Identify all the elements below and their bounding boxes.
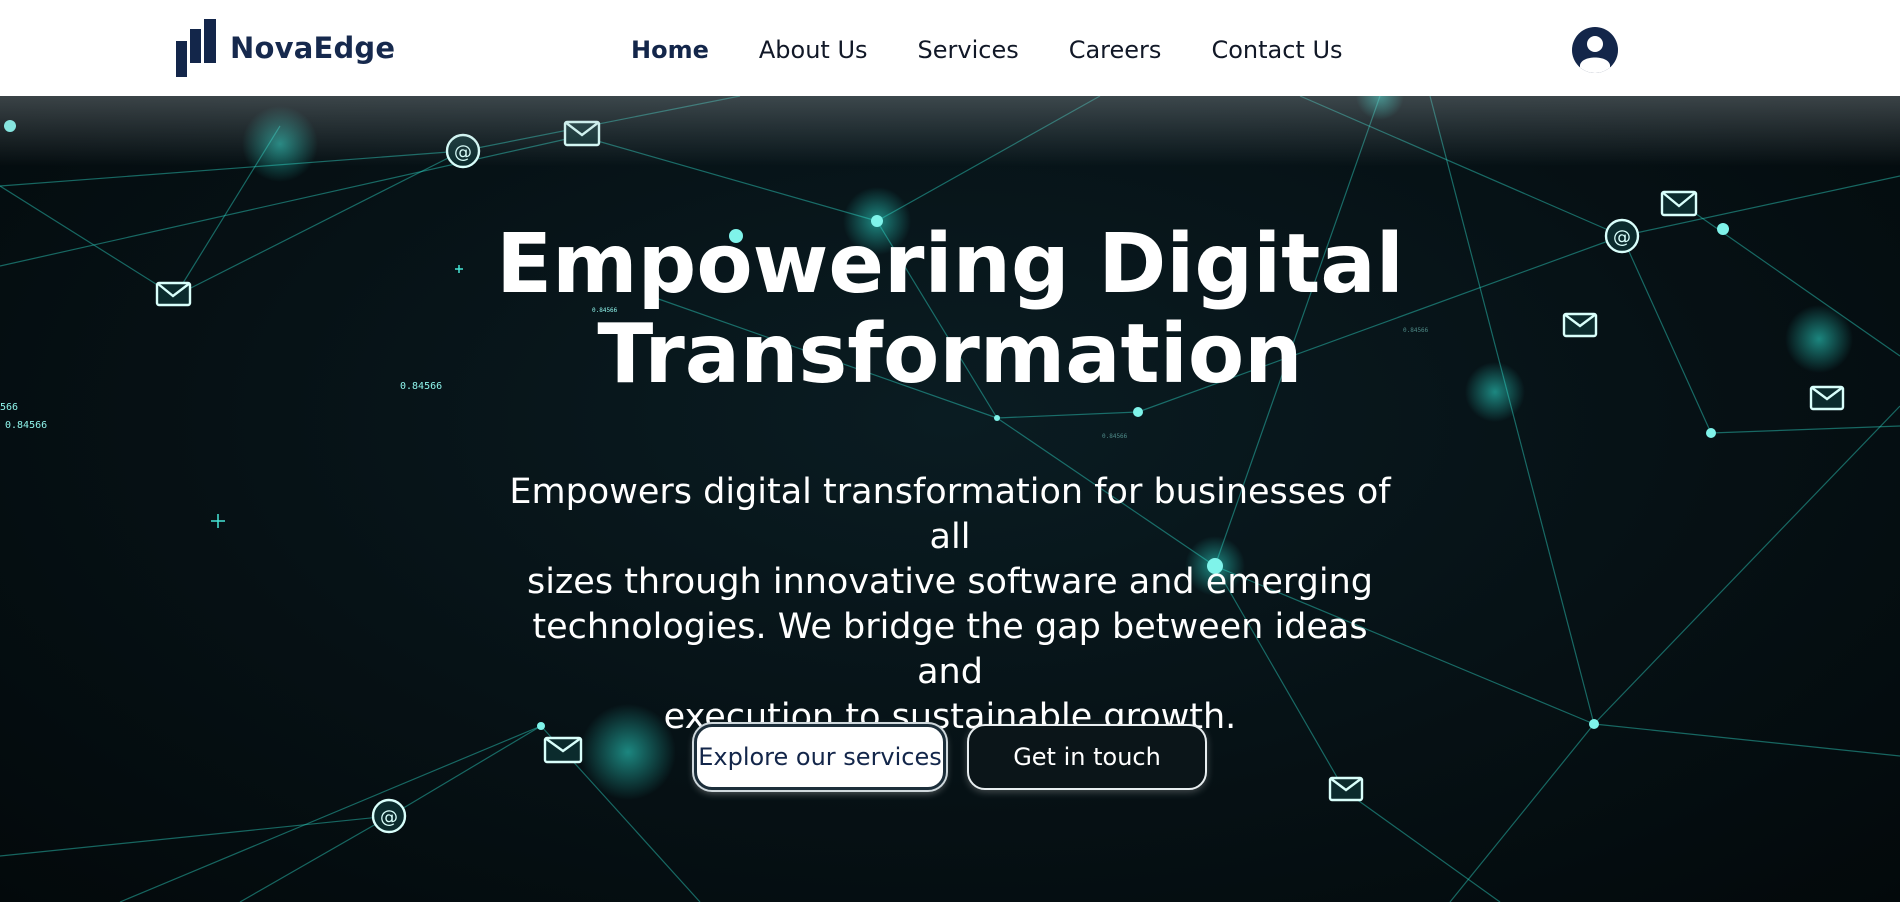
main-nav: Home About Us Services Careers Contact U… (631, 32, 1343, 68)
nav-item-services[interactable]: Services (918, 32, 1019, 68)
hero-section: @ @ @ 0.84566 0.84566 0.84566 0.84566 0.… (0, 96, 1900, 902)
nav-item-careers[interactable]: Careers (1069, 32, 1162, 68)
brand-name: NovaEdge (230, 31, 396, 65)
nav-item-about-us[interactable]: About Us (759, 32, 868, 68)
floating-label: 0.84566 (1102, 433, 1128, 440)
nav-item-home[interactable]: Home (631, 32, 709, 68)
logo-bars-icon (176, 19, 218, 77)
top-navbar: NovaEdge Home About Us Services Careers … (0, 0, 1900, 96)
get-in-touch-button[interactable]: Get in touch (967, 724, 1207, 790)
brand-logo[interactable]: NovaEdge (176, 19, 395, 77)
hero-title-line-1: Empowering Digital (496, 217, 1404, 312)
hero-subtitle-line-2: sizes through innovative software and em… (526, 562, 1374, 602)
hero-subtitle-line-3: technologies. We bridge the gap between … (532, 607, 1368, 692)
hero-subtitle: Empowers digital transformation for busi… (500, 470, 1400, 740)
svg-text:@: @ (454, 142, 472, 163)
floating-label: 566 (0, 402, 18, 413)
explore-services-button[interactable]: Explore our services (694, 724, 946, 790)
svg-text:@: @ (1613, 227, 1631, 248)
nav-item-contact-us[interactable]: Contact Us (1211, 32, 1342, 68)
svg-text:@: @ (380, 807, 398, 828)
hero-title-line-2: Transformation (597, 307, 1303, 402)
floating-label: 0.84566 (5, 420, 47, 431)
user-circle-icon[interactable] (1572, 27, 1618, 73)
hero-subtitle-line-1: Empowers digital transformation for busi… (509, 472, 1391, 557)
hero-title: Empowering Digital Transformation (350, 220, 1550, 400)
